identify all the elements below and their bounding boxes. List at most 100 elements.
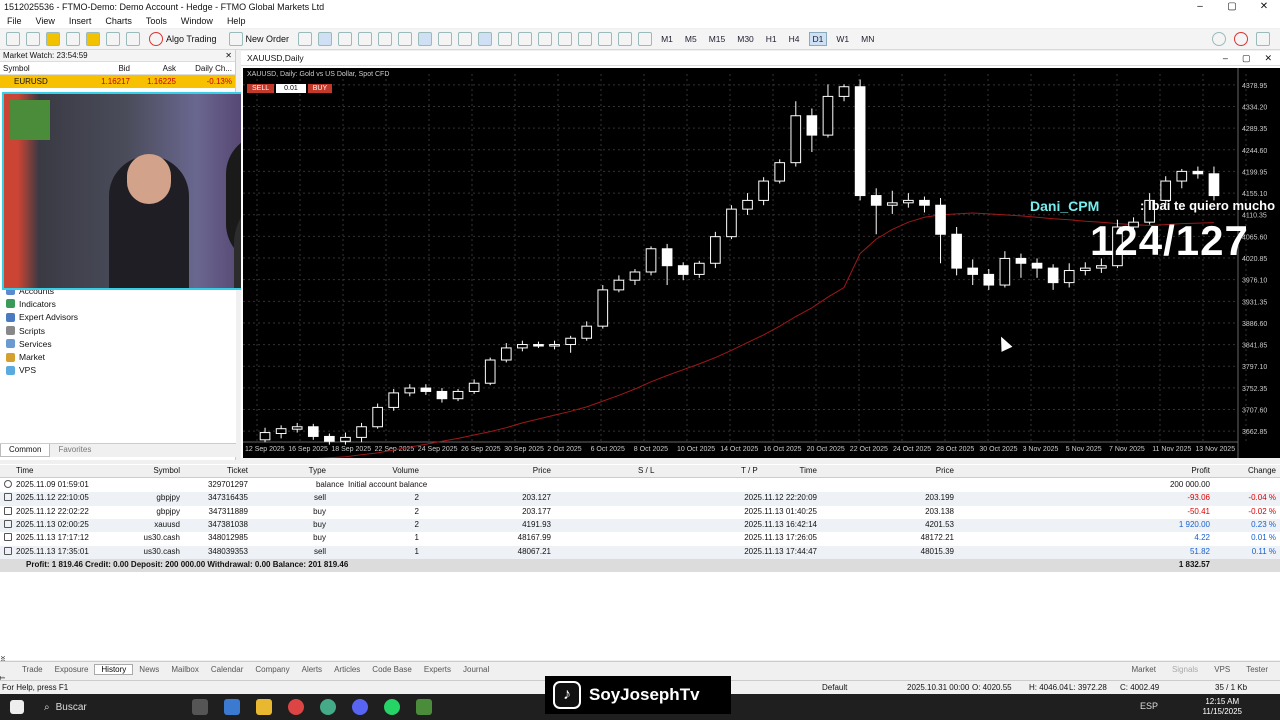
tf-mn[interactable]: MN (858, 33, 877, 45)
buy-button[interactable]: BUY (307, 84, 333, 93)
history-summary[interactable]: Profit: 1 819.46 Credit: 0.00 Deposit: 2… (0, 558, 1280, 573)
strategy-tester-icon[interactable] (126, 32, 140, 46)
menu-file[interactable]: File (0, 16, 29, 26)
indicators-icon[interactable] (458, 32, 473, 46)
tab-news[interactable]: News (133, 665, 165, 674)
close-button[interactable]: ✕ (1248, 0, 1280, 14)
menu-help[interactable]: Help (220, 16, 253, 26)
minimize-button[interactable]: – (1184, 0, 1216, 14)
tab-journal[interactable]: Journal (457, 665, 495, 674)
table-row[interactable]: 2025.11.13 17:17:12 us30.cash 348012985 buy… (0, 532, 1280, 545)
terminal-icon[interactable] (106, 32, 120, 46)
chart-maximize-button[interactable]: ▢ (1242, 53, 1251, 64)
tab-mailbox[interactable]: Mailbox (165, 665, 205, 674)
menu-window[interactable]: Window (174, 16, 220, 26)
col-bid[interactable]: Bid (92, 64, 130, 73)
table-row[interactable]: 2025.11.09 01:59:01 329701297 balance Initi… (0, 479, 1280, 492)
toolbox-tester-button[interactable]: Tester (1240, 665, 1274, 674)
chart-shift-icon[interactable] (438, 32, 453, 46)
copilot-icon[interactable] (224, 699, 240, 715)
chart-minimize-button[interactable]: – (1223, 53, 1228, 64)
notifications-icon[interactable] (1234, 32, 1248, 46)
toolbox-signals-button[interactable]: Signals (1166, 665, 1204, 674)
zoom-in-icon[interactable] (358, 32, 373, 46)
tf-w1[interactable]: W1 (833, 33, 852, 45)
tab-trade[interactable]: Trade (16, 665, 49, 674)
nav-services[interactable]: Services (0, 337, 236, 350)
history-header[interactable]: Time Symbol Ticket Type Volume Price S / L T / … (0, 465, 1280, 479)
taskbar-search[interactable]: ⌕ Buscar (44, 696, 184, 718)
data-window-icon[interactable] (66, 32, 80, 46)
tf-h4[interactable]: H4 (786, 33, 803, 45)
discord-icon[interactable] (352, 699, 368, 715)
tf-h1[interactable]: H1 (763, 33, 780, 45)
lot-input[interactable]: 0.01 (276, 84, 306, 93)
menu-tools[interactable]: Tools (139, 16, 174, 26)
search-icon[interactable] (1212, 32, 1226, 46)
trendline-icon[interactable] (558, 32, 573, 46)
menu-charts[interactable]: Charts (98, 16, 139, 26)
tab-calendar[interactable]: Calendar (205, 665, 249, 674)
market-watch-row[interactable]: EURUSD 1.16217 1.16225 -0.13% (0, 75, 235, 88)
col-daily-change[interactable]: Daily Ch... (176, 64, 232, 73)
chrome-icon[interactable] (288, 699, 304, 715)
toolbox-market-button[interactable]: Market (1125, 665, 1161, 674)
chart-close-button[interactable]: ✕ (1264, 53, 1272, 64)
tf-m1[interactable]: M1 (658, 33, 676, 45)
menu-view[interactable]: View (29, 16, 62, 26)
nav-vps[interactable]: VPS (0, 364, 236, 377)
channel-icon[interactable] (578, 32, 593, 46)
taskbar-clock[interactable]: 12:15 AM 11/15/2025 (1203, 697, 1242, 717)
nav-indicators[interactable]: Indicators (0, 297, 236, 310)
tf-d1[interactable]: D1 (808, 32, 828, 46)
tab-common[interactable]: Common (0, 444, 51, 457)
tab-exposure[interactable]: Exposure (49, 665, 95, 674)
table-row[interactable]: 2025.11.12 22:10:05 gbpjpy 347316435 sell 2 2… (0, 492, 1280, 506)
file-explorer-icon[interactable] (256, 699, 272, 715)
candlestick-icon[interactable] (318, 32, 333, 46)
bar-chart-icon[interactable] (298, 32, 313, 46)
algo-trading-button[interactable]: Algo Trading (146, 32, 220, 46)
toolbox-vps-button[interactable]: VPS (1208, 665, 1236, 674)
chart-tab[interactable]: XAUUSD,Daily (241, 51, 1280, 66)
tab-company[interactable]: Company (249, 665, 295, 674)
tab-experts[interactable]: Experts (418, 665, 457, 674)
chrome-profile-icon[interactable] (320, 699, 336, 715)
profiles-icon[interactable] (26, 32, 40, 46)
col-ask[interactable]: Ask (130, 64, 176, 73)
tab-articles[interactable]: Articles (328, 665, 366, 674)
tf-m15[interactable]: M15 (706, 33, 729, 45)
text-icon[interactable] (618, 32, 633, 46)
table-row[interactable]: 2025.11.12 22:02:22 gbpjpy 347311889 buy 2 20… (0, 506, 1280, 519)
task-view-icon[interactable] (192, 699, 208, 715)
autoscroll-icon[interactable] (418, 32, 433, 46)
shapes-icon[interactable] (638, 32, 653, 46)
new-chart-icon[interactable] (6, 32, 20, 46)
nav-market[interactable]: Market (0, 350, 236, 363)
new-order-button[interactable]: New Order (226, 32, 293, 46)
account-icon[interactable] (1256, 32, 1270, 46)
close-icon[interactable]: ✕ (225, 51, 232, 60)
navigator-icon[interactable] (86, 32, 100, 46)
table-row[interactable]: 2025.11.13 17:35:01 us30.cash 348039353 sel… (0, 545, 1280, 559)
nav-scripts[interactable]: Scripts (0, 324, 236, 337)
market-watch-icon[interactable] (46, 32, 60, 46)
line-chart-icon[interactable] (338, 32, 353, 46)
tab-history[interactable]: History (94, 663, 134, 675)
system-tray[interactable]: ESP (1140, 701, 1158, 711)
cursor-icon[interactable] (478, 32, 493, 46)
col-symbol[interactable]: Symbol (0, 64, 92, 73)
nav-expert-advisors[interactable]: Expert Advisors (0, 311, 236, 324)
tab-code-base[interactable]: Code Base (366, 665, 418, 674)
fibonacci-icon[interactable] (598, 32, 613, 46)
menu-insert[interactable]: Insert (62, 16, 99, 26)
tab-alerts[interactable]: Alerts (296, 665, 328, 674)
horizontal-line-icon[interactable] (538, 32, 553, 46)
tab-favorites[interactable]: Favorites (50, 444, 99, 457)
windows-start-icon[interactable] (10, 700, 24, 714)
grid-icon[interactable] (398, 32, 413, 46)
minecraft-icon[interactable] (416, 699, 432, 715)
tf-m5[interactable]: M5 (682, 33, 700, 45)
sell-button[interactable]: SELL (247, 84, 275, 93)
vertical-line-icon[interactable] (518, 32, 533, 46)
